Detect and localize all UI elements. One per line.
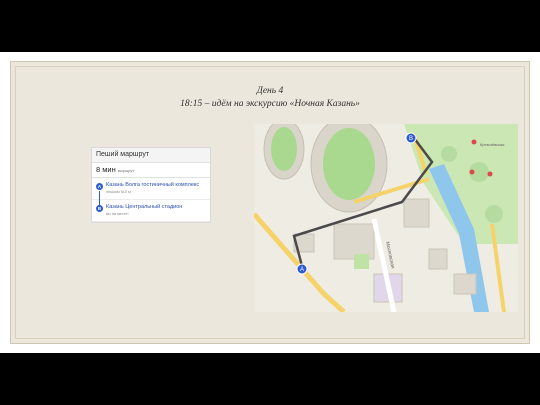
map-view[interactable]: A B Московская Кремлёвская bbox=[254, 124, 518, 312]
marker-b-icon: B bbox=[96, 205, 103, 212]
route-duration: 8 мин маршрут bbox=[92, 163, 210, 178]
stop-a-detail: пешком 610 м bbox=[106, 190, 131, 194]
route-panel-header: Пеший маршрут bbox=[92, 148, 210, 163]
stop-b-detail: вы на месте! bbox=[106, 212, 129, 216]
marker-a-icon: A bbox=[96, 183, 103, 190]
duration-note: маршрут bbox=[117, 168, 135, 173]
poi-icon bbox=[469, 169, 475, 175]
duration-value: 8 мин bbox=[96, 165, 116, 174]
stop-a-name[interactable]: Казань Волга гостиничный комплекс bbox=[106, 182, 199, 188]
route-stop-a[interactable]: A Казань Волга гостиничный комплекс пешк… bbox=[92, 178, 210, 210]
map-canvas[interactable]: A B Московская Кремлёвская bbox=[254, 124, 518, 312]
slide-subtitle: 18:15 – идём на экскурсию «Ночная Казань… bbox=[180, 99, 360, 109]
map-marker-a-label: A bbox=[300, 267, 304, 273]
route-panel: Пеший маршрут 8 мин маршрут A Казань Волг… bbox=[91, 147, 211, 223]
poi-icon bbox=[487, 171, 493, 177]
street-label-kremlevskaya: Кремлёвская bbox=[480, 142, 504, 147]
route-stop-b[interactable]: B Казань Центральный стадион вы на месте… bbox=[92, 200, 210, 222]
map-marker-b-label: B bbox=[409, 136, 413, 142]
slide-title: День 4 bbox=[256, 86, 284, 96]
poi-icon bbox=[471, 139, 477, 145]
stop-b-name[interactable]: Казань Центральный стадион bbox=[106, 204, 182, 210]
